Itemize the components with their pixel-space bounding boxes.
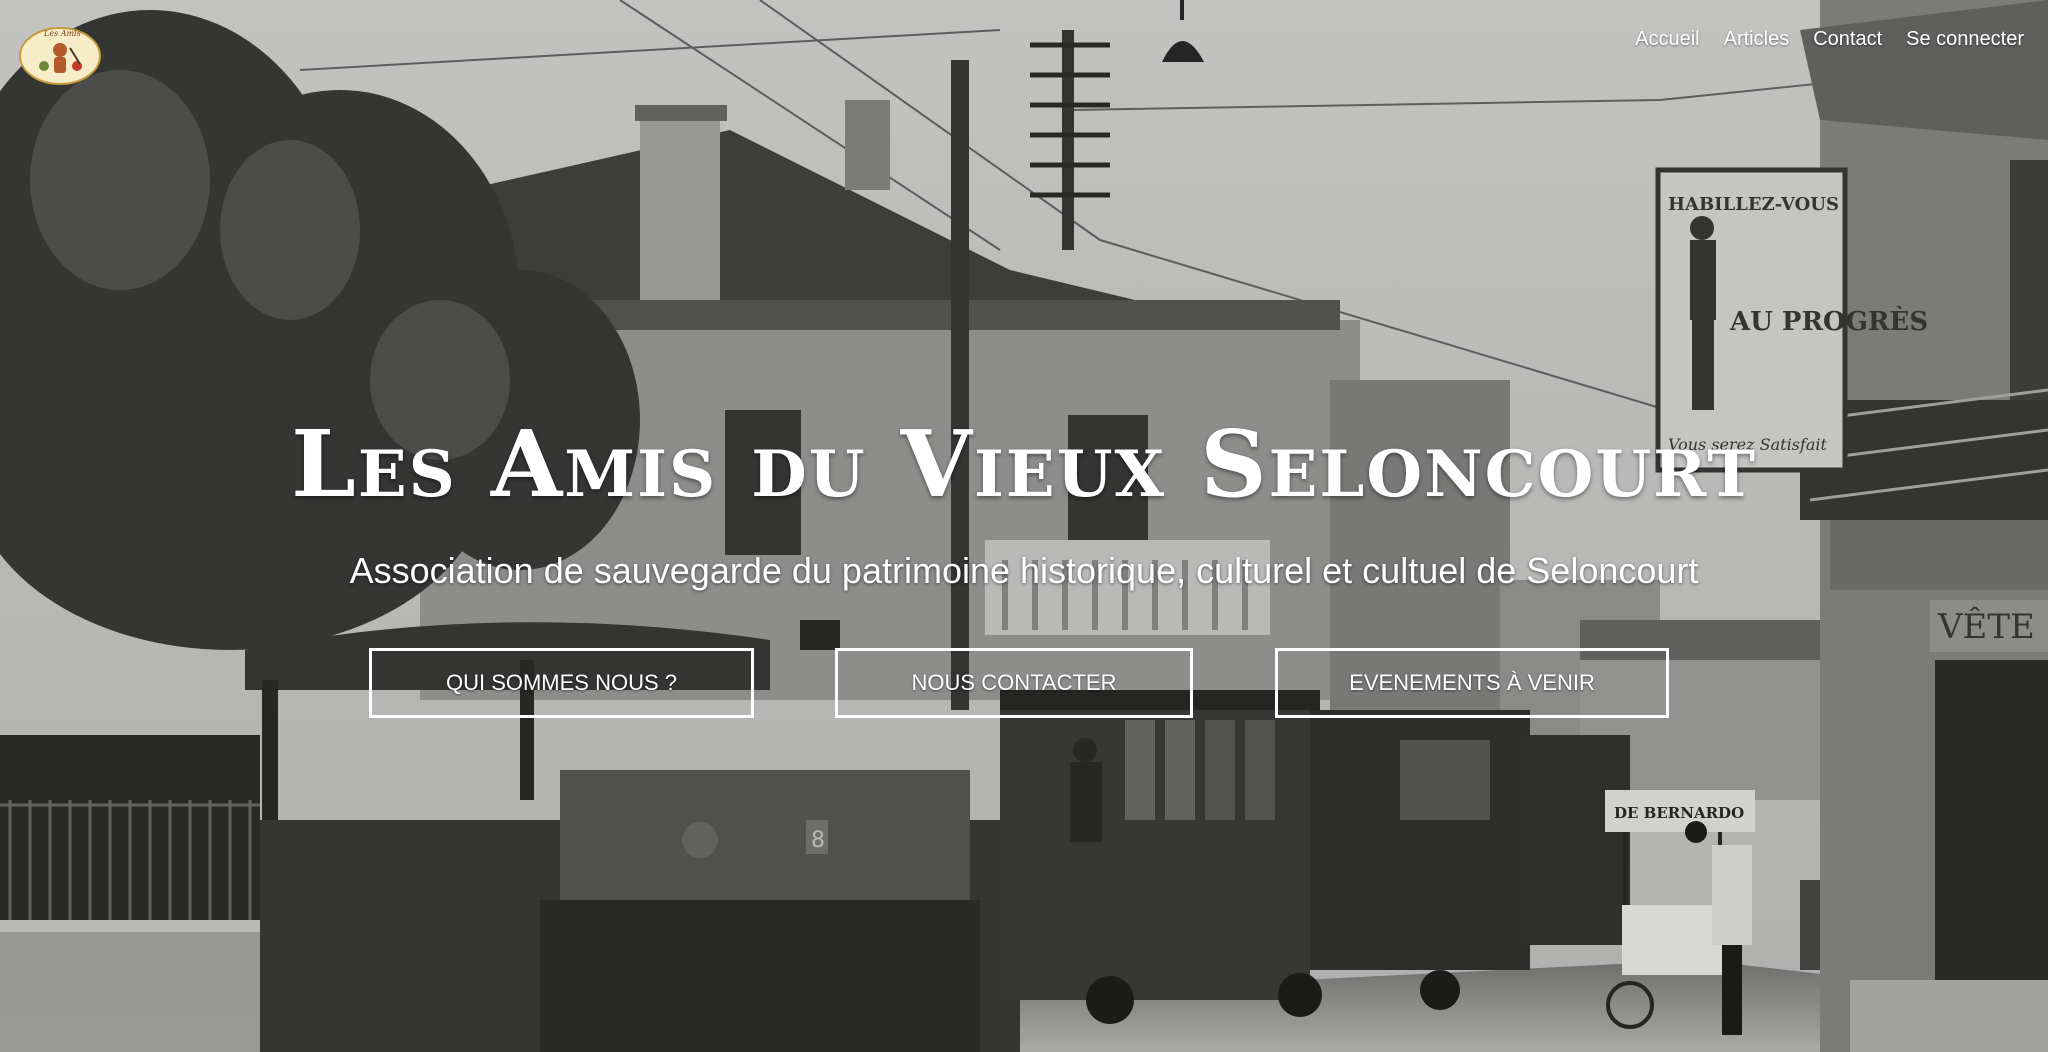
main-navigation: Accueil Articles Contact Se connecter: [1635, 28, 2024, 51]
nav-link-se-connecter[interactable]: Se connecter: [1906, 28, 2024, 51]
qui-sommes-nous-button[interactable]: QUI SOMMES NOUS ?: [369, 648, 754, 718]
hero-section: 8 DE BERNARDO VÊTE HABILLEZ-VOUS AU PROG…: [0, 0, 2048, 1052]
site-logo[interactable]: Les Amis: [14, 20, 104, 88]
nav-link-accueil[interactable]: Accueil: [1635, 28, 1699, 51]
svg-text:Les Amis: Les Amis: [43, 29, 81, 38]
page-subtitle: Association de sauvegarde du patrimoine …: [349, 550, 1699, 591]
nous-contacter-button[interactable]: NOUS CONTACTER: [835, 648, 1193, 718]
nav-link-articles[interactable]: Articles: [1724, 28, 1790, 51]
hero-overlay: [0, 0, 2048, 1052]
nav-link-contact[interactable]: Contact: [1813, 28, 1882, 51]
evenements-a-venir-button[interactable]: EVENEMENTS À VENIR: [1275, 648, 1669, 718]
page-title: Les Amis du Vieux Seloncourt: [291, 410, 1757, 518]
